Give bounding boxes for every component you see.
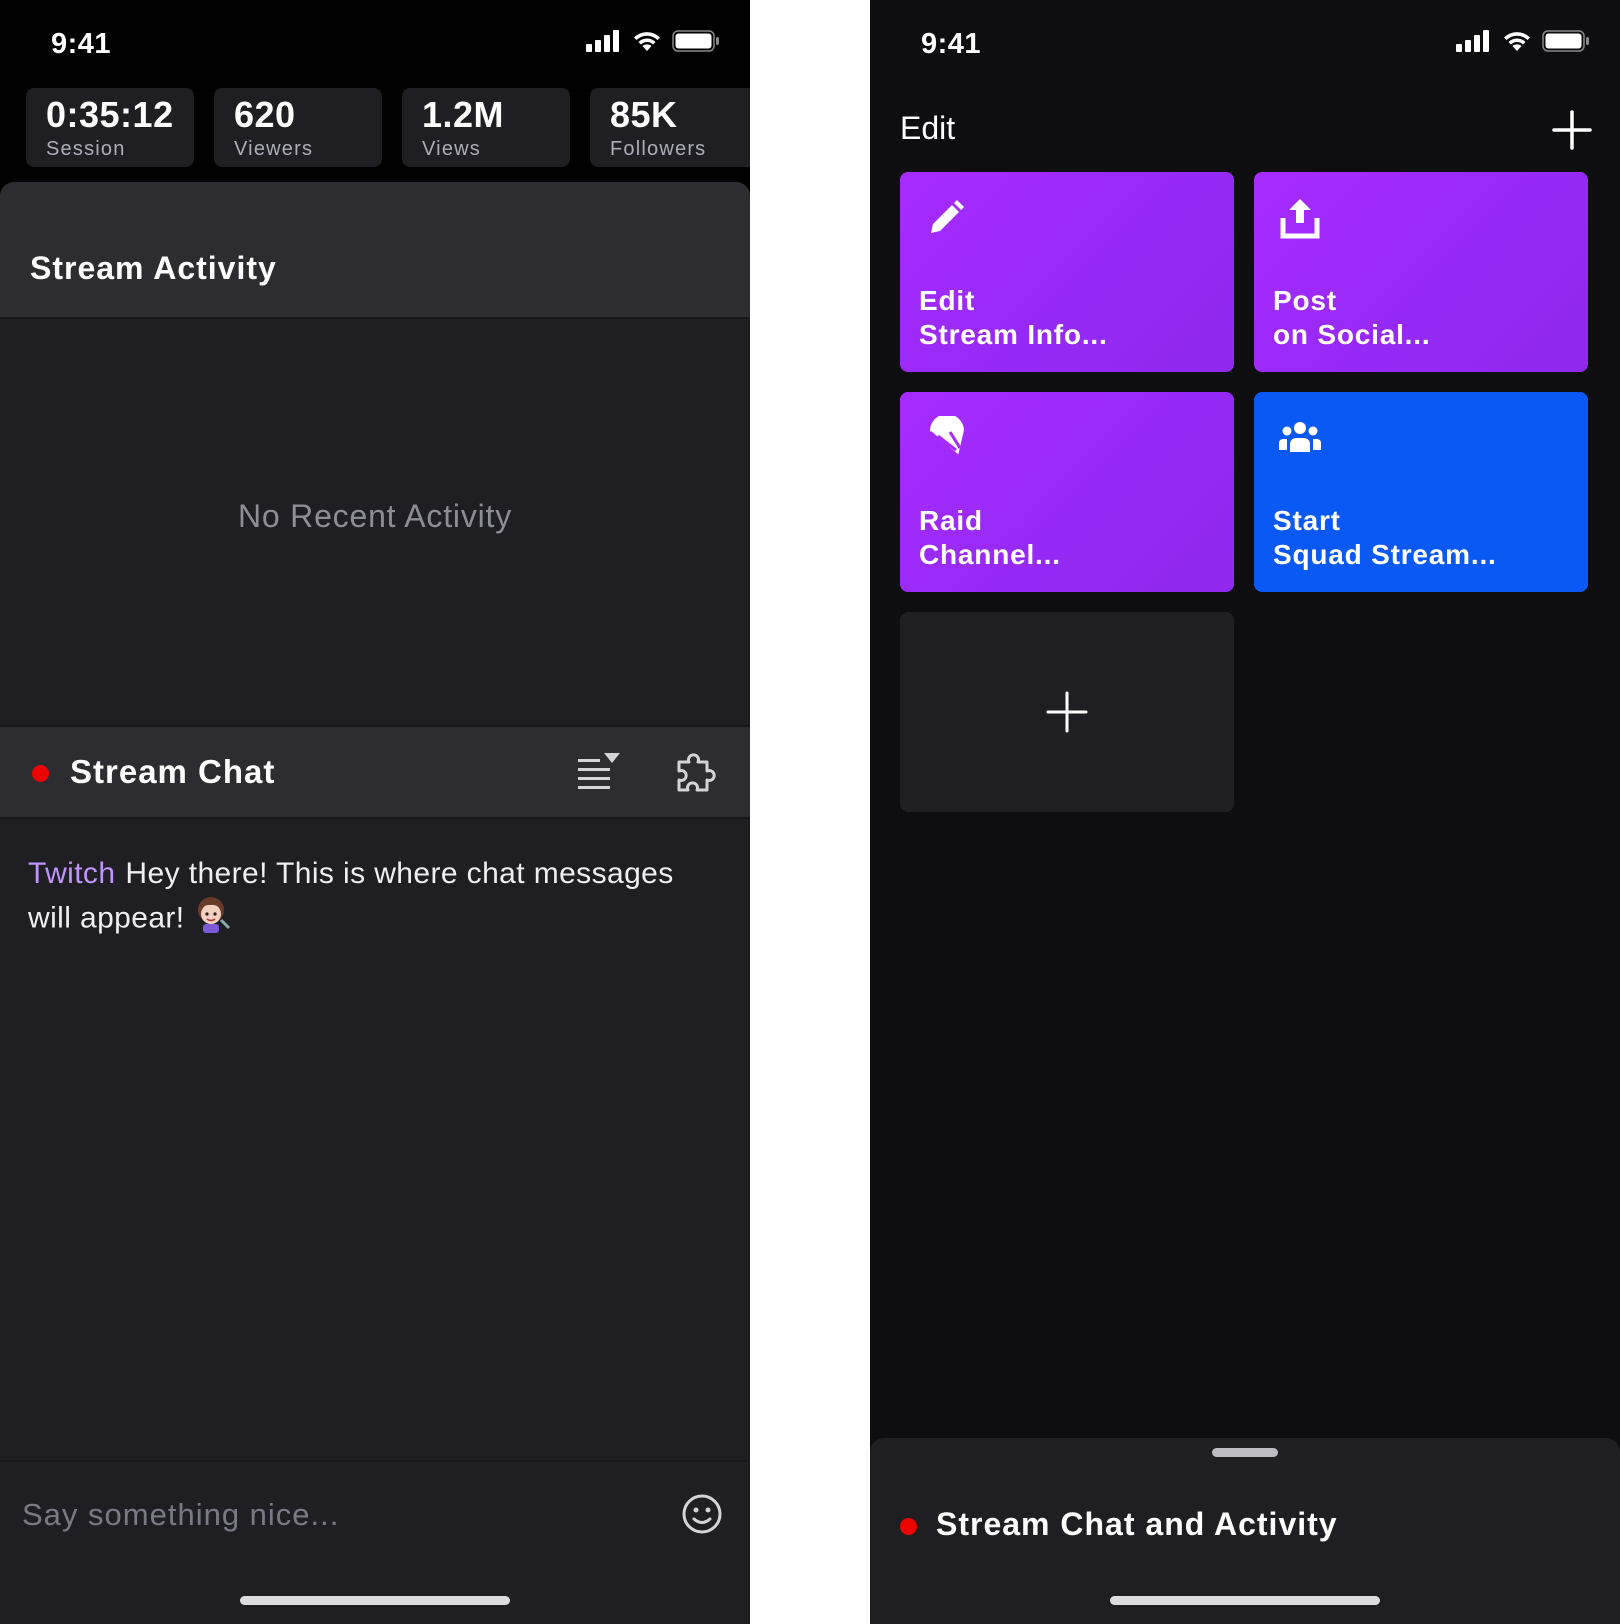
edit-stream-info-tile[interactable]: Edit Stream Info...: [900, 172, 1234, 372]
tile-label: Edit Stream Info...: [919, 284, 1108, 352]
chat-activity-bottom-sheet[interactable]: Stream Chat and Activity: [870, 1438, 1620, 1624]
plus-icon: [900, 612, 1234, 812]
tile-label: Post on Social...: [1273, 284, 1430, 352]
bottom-sheet-title: Stream Chat and Activity: [936, 1506, 1338, 1542]
sheet-grabber[interactable]: [1212, 1448, 1278, 1457]
share-upload-icon: [1276, 194, 1324, 242]
status-bar: 9:41: [870, 0, 1620, 90]
tile-label-line1: Post: [1273, 285, 1337, 316]
stat-label: Views: [422, 138, 481, 160]
tile-label: Start Squad Stream...: [1273, 504, 1497, 572]
empty-activity-text: No Recent Activity: [237, 498, 513, 534]
activity-header: Stream Activity: [0, 182, 750, 319]
stream-manager-screen: 9:41 0:35:12 Session 620 Viewers 1.2M Vi…: [0, 0, 750, 1624]
activity-chat-sheet: Stream Activity No Recent Activity Strea…: [0, 182, 750, 1624]
chat-username[interactable]: Twitch: [28, 857, 115, 890]
emoji-icon[interactable]: [680, 1492, 724, 1536]
tile-label-line1: Start: [1273, 505, 1341, 536]
stat-session[interactable]: 0:35:12 Session: [26, 88, 194, 167]
extensions-puzzle-icon[interactable]: [672, 747, 722, 797]
home-indicator: [240, 1596, 510, 1605]
home-indicator: [1110, 1596, 1380, 1605]
tile-label-line2: on Social...: [1273, 319, 1431, 350]
stat-value: 85K: [610, 94, 678, 135]
tile-label: Raid Channel...: [919, 504, 1061, 572]
wifi-icon: [632, 30, 662, 57]
raid-channel-tile[interactable]: Raid Channel...: [900, 392, 1234, 592]
chat-input[interactable]: [22, 1490, 642, 1540]
tile-label-line1: Edit: [919, 285, 976, 316]
status-icons: [1456, 30, 1590, 57]
stat-value: 1.2M: [422, 94, 505, 135]
edit-button[interactable]: Edit: [900, 110, 955, 147]
post-on-social-tile[interactable]: Post on Social...: [1254, 172, 1588, 372]
quick-actions-screen: 9:41 Edit Edit Stream Info... Post on So…: [870, 0, 1620, 1624]
cellular-signal-icon: [586, 30, 622, 57]
wifi-icon: [1502, 30, 1532, 57]
squad-group-icon: [1276, 414, 1324, 462]
battery-icon: [1542, 30, 1590, 57]
stat-label: Viewers: [234, 138, 314, 160]
live-indicator: [32, 765, 49, 782]
stat-label: Session: [46, 138, 126, 160]
tile-label-line2: Squad Stream...: [1273, 539, 1497, 570]
tile-label-line1: Raid: [919, 505, 983, 536]
chat-message: Twitch Hey there! This is where chat mess…: [28, 854, 718, 945]
tile-label-line2: Channel...: [919, 539, 1061, 570]
stat-value: 0:35:12: [46, 94, 174, 135]
parachute-icon: [922, 414, 970, 462]
cellular-signal-icon: [1456, 30, 1492, 57]
chat-title: Stream Chat: [70, 753, 276, 790]
activity-title: Stream Activity: [30, 250, 277, 286]
chat-message-text: Hey there! This is where chat messages w…: [28, 857, 674, 935]
tile-label-line2: Stream Info...: [919, 319, 1108, 350]
pencil-icon: [922, 194, 970, 242]
battery-icon: [672, 30, 720, 57]
plus-icon[interactable]: [1550, 108, 1594, 152]
stat-followers[interactable]: 85K Followers: [590, 88, 750, 167]
status-time: 9:41: [921, 28, 982, 60]
status-bar: 9:41: [0, 0, 750, 90]
start-squad-stream-tile[interactable]: Start Squad Stream...: [1254, 392, 1588, 592]
add-action-tile[interactable]: [900, 612, 1234, 812]
stat-viewers[interactable]: 620 Viewers: [214, 88, 382, 167]
status-time: 9:41: [51, 28, 112, 60]
stream-stats: 0:35:12 Session 620 Viewers 1.2M Views 8…: [26, 88, 750, 167]
stat-views[interactable]: 1.2M Views: [402, 88, 570, 167]
stat-label: Followers: [610, 138, 707, 160]
live-indicator: [900, 1518, 917, 1535]
chat-filter-icon[interactable]: [574, 749, 624, 795]
status-icons: [586, 30, 720, 57]
emote-icon: [193, 894, 233, 945]
chat-header: Stream Chat: [0, 725, 750, 819]
stat-value: 620: [234, 94, 296, 135]
